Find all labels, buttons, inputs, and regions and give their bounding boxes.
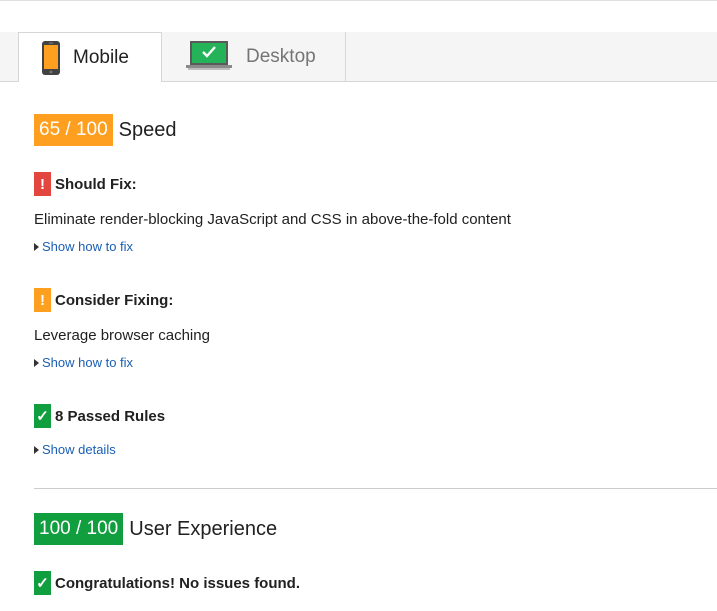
show-how-to-fix-label: Show how to fix bbox=[42, 239, 134, 254]
congrats-heading: ✓ Congratulations! No issues found. bbox=[34, 571, 300, 595]
consider-fixing-heading: ! Consider Fixing: bbox=[34, 288, 173, 312]
should-fix-heading: ! Should Fix: bbox=[34, 172, 137, 196]
should-fix-rule: Eliminate render-blocking JavaScript and… bbox=[34, 211, 511, 228]
caret-right-icon bbox=[34, 242, 39, 251]
section-divider bbox=[34, 488, 717, 489]
tab-mobile-label: Mobile bbox=[73, 46, 129, 68]
warning-icon: ! bbox=[34, 172, 51, 196]
caret-right-icon bbox=[34, 445, 39, 454]
passed-rules-heading: ✓ 8 Passed Rules bbox=[34, 404, 165, 428]
congrats-label: Congratulations! No issues found. bbox=[55, 574, 301, 592]
show-how-to-fix-link-2[interactable]: Show how to fix bbox=[34, 355, 133, 370]
checkmark-icon: ✓ bbox=[34, 404, 51, 428]
checkmark-icon: ✓ bbox=[34, 571, 51, 595]
show-details-label: Show details bbox=[42, 442, 116, 457]
speed-score-header: 65 / 100 Speed bbox=[34, 114, 177, 146]
consider-fixing-rule: Leverage browser caching bbox=[34, 327, 210, 344]
mobile-phone-icon bbox=[41, 40, 61, 75]
show-how-to-fix-label: Show how to fix bbox=[42, 355, 134, 370]
passed-rules-label: 8 Passed Rules bbox=[55, 407, 166, 425]
speed-score-badge: 65 / 100 bbox=[34, 114, 113, 146]
ux-score-header: 100 / 100 User Experience bbox=[34, 513, 277, 545]
desktop-monitor-icon bbox=[186, 40, 232, 73]
top-divider bbox=[0, 0, 717, 1]
ux-title: User Experience bbox=[129, 517, 278, 540]
tab-desktop-label: Desktop bbox=[246, 45, 316, 67]
show-details-link[interactable]: Show details bbox=[34, 442, 116, 457]
consider-fixing-label: Consider Fixing: bbox=[55, 291, 174, 309]
ux-score-badge: 100 / 100 bbox=[34, 513, 124, 545]
speed-title: Speed bbox=[118, 118, 177, 141]
tab-desktop[interactable]: Desktop bbox=[162, 32, 346, 81]
device-tabs: Mobile Desktop bbox=[0, 32, 717, 82]
tab-mobile[interactable]: Mobile bbox=[18, 32, 162, 82]
warning-icon: ! bbox=[34, 288, 51, 312]
caret-right-icon bbox=[34, 358, 39, 367]
should-fix-label: Should Fix: bbox=[55, 175, 137, 193]
show-how-to-fix-link-1[interactable]: Show how to fix bbox=[34, 239, 133, 254]
